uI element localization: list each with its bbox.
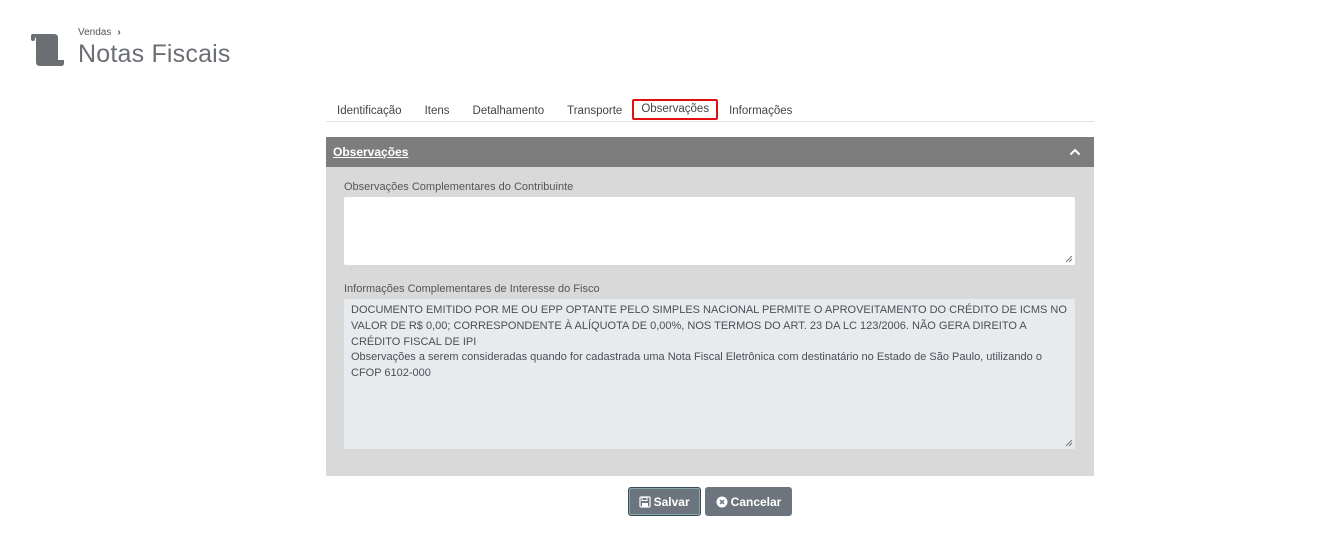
panel-body: Observações Complementares do Contribuin… bbox=[326, 167, 1094, 476]
scroll-document-icon bbox=[31, 34, 64, 66]
tab-informacoes[interactable]: Informações bbox=[722, 105, 799, 121]
tab-detalhamento[interactable]: Detalhamento bbox=[466, 105, 552, 121]
observacoes-panel: Observações Observações Complementares d… bbox=[326, 137, 1094, 476]
observacoes-contribuinte-textarea[interactable] bbox=[344, 197, 1075, 265]
panel-header[interactable]: Observações bbox=[326, 137, 1094, 167]
field-contribuinte: Observações Complementares do Contribuin… bbox=[344, 181, 1076, 274]
informacoes-fisco-textarea[interactable]: DOCUMENTO EMITIDO POR ME OU EPP OPTANTE … bbox=[344, 299, 1075, 449]
page-title: Notas Fiscais bbox=[78, 40, 231, 68]
tab-bar: Identificação Itens Detalhamento Transpo… bbox=[326, 96, 1094, 122]
field-label-contribuinte: Observações Complementares do Contribuin… bbox=[344, 181, 574, 193]
breadcrumb: Vendas › bbox=[78, 27, 231, 38]
floppy-disk-icon bbox=[639, 495, 651, 508]
form-actions: Salvar Cancelar bbox=[326, 487, 1094, 516]
cancel-button[interactable]: Cancelar bbox=[704, 487, 793, 516]
chevron-right-icon: › bbox=[117, 27, 121, 38]
resize-handle-icon[interactable] bbox=[1064, 438, 1073, 447]
tab-identificacao[interactable]: Identificação bbox=[330, 105, 409, 121]
resize-handle-icon[interactable] bbox=[1064, 254, 1073, 263]
panel-title[interactable]: Observações bbox=[333, 145, 408, 159]
tab-itens[interactable]: Itens bbox=[418, 105, 457, 121]
page-header: Vendas › Notas Fiscais bbox=[28, 26, 231, 70]
field-label-fisco: Informações Complementares de Interesse … bbox=[344, 283, 600, 295]
chevron-up-icon[interactable] bbox=[1068, 145, 1082, 159]
cancel-button-label: Cancelar bbox=[730, 494, 782, 509]
tab-observacoes[interactable]: Observações bbox=[632, 99, 719, 120]
close-circle-icon bbox=[716, 496, 728, 507]
field-fisco: Informações Complementares de Interesse … bbox=[344, 283, 1076, 458]
save-button-label: Salvar bbox=[653, 494, 690, 509]
tab-transporte[interactable]: Transporte bbox=[560, 105, 629, 121]
breadcrumb-parent[interactable]: Vendas bbox=[78, 27, 111, 38]
save-button[interactable]: Salvar bbox=[627, 487, 701, 516]
main-content: Identificação Itens Detalhamento Transpo… bbox=[326, 96, 1094, 516]
